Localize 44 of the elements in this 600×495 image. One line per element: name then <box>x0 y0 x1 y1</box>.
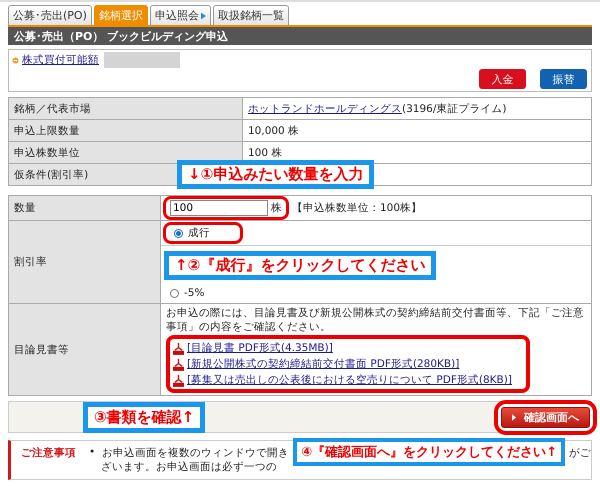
row-label: 申込上限数量 <box>9 120 243 142</box>
note-text: お申込画面を複数のウィンドウで開き <box>102 446 290 460</box>
note-text: がご <box>569 447 592 459</box>
unit-label: 株 <box>271 201 282 215</box>
document-link[interactable]: [目論見書 PDF形式(4.35MB)] <box>187 341 333 355</box>
buying-power-link[interactable]: 株式買付可能額 <box>22 53 99 67</box>
notes-title: ご注意事項 <box>20 446 77 460</box>
bullet: • <box>89 446 96 460</box>
option-label: -5% <box>184 287 204 299</box>
stock-link[interactable]: ホットランドホールディングス <box>248 102 402 116</box>
note-text: ざいます。お申込画面は必ず一つの <box>101 460 277 474</box>
tab[interactable]: 公募･売出(PO) <box>8 5 92 25</box>
callout: ③書類を確認↑ <box>83 402 206 432</box>
row-value: 100 株 <box>248 146 282 160</box>
row-value: (3196/東証プライム) <box>402 102 506 116</box>
option-label: 成行 <box>188 226 210 240</box>
document-link[interactable]: [新規公開株式の契約締結前交付書面 PDF形式(280KB)] <box>187 357 460 371</box>
pdf-icon <box>173 358 184 370</box>
tab[interactable]: 申込照会 <box>150 5 211 25</box>
pdf-icon <box>173 374 184 386</box>
confirm-button[interactable]: 確認画面へ <box>501 406 590 428</box>
account-button[interactable]: 振替 <box>540 69 587 89</box>
row-label: 割引率 <box>9 221 161 304</box>
page-header: 公募･売出（PO） ブックビルディング申込 <box>8 25 592 45</box>
row-label: 目論見書等 <box>9 304 161 396</box>
row-label: 銘柄／代表市場 <box>9 98 243 120</box>
row-label: 数量 <box>9 196 161 221</box>
callout: ↑②『成行』をクリックしてください <box>164 251 436 280</box>
row-label: 申込株数単位 <box>9 142 243 164</box>
pdf-icon <box>173 342 184 354</box>
callout: ↓①申込みたい数量を入力 <box>177 160 374 189</box>
play-icon <box>512 414 516 420</box>
radio-button[interactable] <box>174 228 183 238</box>
quantity-field[interactable]: 100 <box>170 200 268 216</box>
document-link[interactable]: [募集又は売出しの公表後における空売りについて PDF形式(8KB)] <box>187 373 512 387</box>
row-value: 10,000 株 <box>248 124 300 138</box>
bullet-icon <box>12 56 19 64</box>
account-button[interactable]: 入金 <box>479 69 526 89</box>
radio-button[interactable] <box>170 288 179 298</box>
documents-note: お申込の際には、目論見書及び新規公開株式の契約締結前交付書面等、下記「ご注意事項」の内容をご確認ください。 <box>166 306 585 334</box>
callout: ④『確認画面へ』をクリックしてください↑ <box>293 438 566 466</box>
arrow-icon <box>200 12 206 20</box>
tab[interactable]: 取扱銘柄一覧 <box>212 5 289 25</box>
unit-hint: 【申込株数単位：100株】 <box>292 201 422 215</box>
